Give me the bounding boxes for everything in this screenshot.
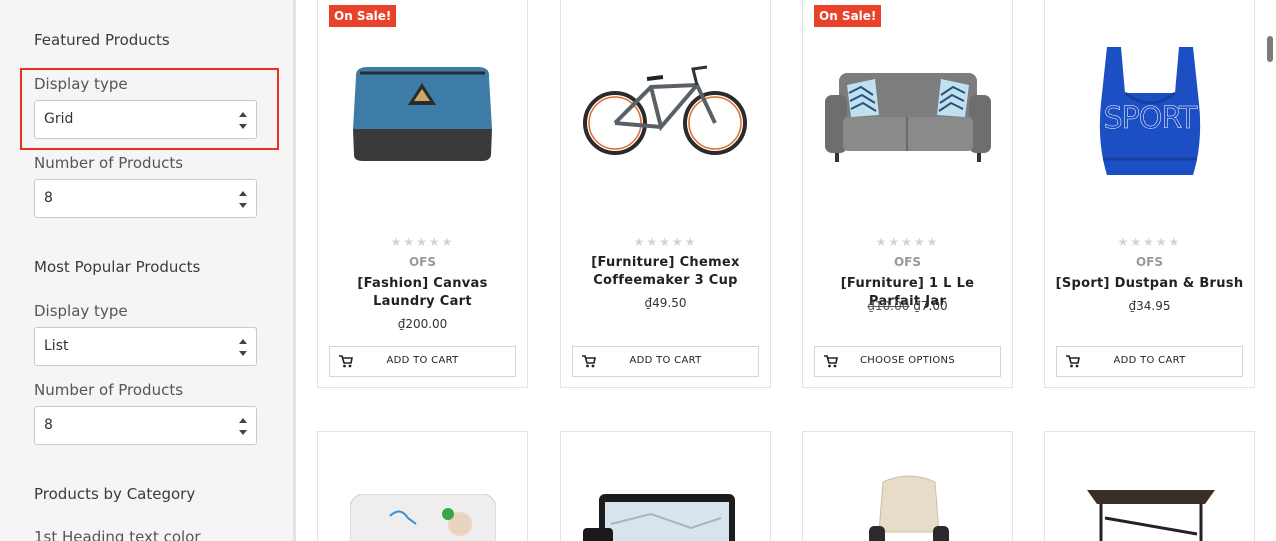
add-to-cart-label: ADD TO CART bbox=[1113, 355, 1186, 366]
display-type-highlight bbox=[20, 68, 279, 150]
product-price: ₫10.00 ₫7.00 bbox=[803, 299, 1012, 313]
sidebar-divider bbox=[293, 0, 296, 541]
featured-number-value: 8 bbox=[44, 190, 53, 206]
canvas-bag-image bbox=[353, 67, 492, 161]
sale-price: ₫7.00 bbox=[913, 299, 948, 313]
popular-number-label: Number of Products bbox=[34, 381, 184, 399]
product-brand: OFS bbox=[893, 255, 922, 269]
product-card[interactable]: SPORT ★★★★★ OFS [Sport] Dustpan & Brush … bbox=[1044, 0, 1255, 388]
heading-color-label: 1st Heading text color bbox=[34, 528, 201, 541]
product-card[interactable] bbox=[802, 431, 1013, 541]
rating-stars: ★★★★★ bbox=[633, 235, 698, 249]
on-sale-badge: On Sale! bbox=[329, 5, 397, 27]
product-card[interactable]: ★★★★★ [Furniture] Chemex Coffeemaker 3 C… bbox=[560, 0, 771, 388]
original-price: ₫10.00 bbox=[867, 299, 910, 313]
rating-stars: ★★★★★ bbox=[390, 235, 455, 249]
add-to-cart-button[interactable]: ADD TO CART bbox=[1056, 346, 1243, 377]
choose-options-label: CHOOSE OPTIONS bbox=[860, 355, 955, 366]
popular-number-value: 8 bbox=[44, 417, 53, 433]
popular-products-heading: Most Popular Products bbox=[34, 258, 201, 276]
add-to-cart-button[interactable]: ADD TO CART bbox=[572, 346, 759, 377]
popular-number-stepper[interactable]: 8 bbox=[34, 406, 257, 445]
product-price: ₫49.50 bbox=[644, 296, 687, 310]
product-brand: OFS bbox=[408, 255, 437, 269]
select-arrows-icon bbox=[239, 339, 247, 356]
category-products-heading: Products by Category bbox=[34, 485, 196, 503]
bicycle-image bbox=[583, 65, 747, 155]
add-to-cart-label: ADD TO CART bbox=[386, 355, 459, 366]
featured-number-stepper[interactable]: 8 bbox=[34, 179, 257, 218]
on-sale-badge: On Sale! bbox=[814, 5, 882, 27]
product-name[interactable]: [Fashion] Canvas Laundry Cart bbox=[328, 275, 517, 311]
choose-options-button[interactable]: CHOOSE OPTIONS bbox=[814, 346, 1001, 377]
stepper-arrows-icon[interactable] bbox=[239, 191, 247, 208]
sofa-image bbox=[825, 73, 991, 162]
sport-print: SPORT bbox=[1103, 101, 1197, 137]
desk-image bbox=[1087, 490, 1215, 541]
popular-display-type-label: Display type bbox=[34, 302, 128, 320]
featured-number-label: Number of Products bbox=[34, 154, 184, 172]
add-to-cart-button[interactable]: ADD TO CART bbox=[329, 346, 516, 377]
product-price: ₫34.95 bbox=[1128, 299, 1171, 313]
rating-stars: ★★★★★ bbox=[875, 235, 940, 249]
featured-products-heading: Featured Products bbox=[34, 31, 170, 49]
tablet-map-image bbox=[583, 494, 735, 541]
stepper-arrows-icon[interactable] bbox=[239, 418, 247, 435]
popular-display-type-value: List bbox=[44, 338, 69, 354]
tablet-app-image bbox=[350, 494, 496, 541]
product-brand: OFS bbox=[1135, 255, 1164, 269]
product-card[interactable] bbox=[1044, 431, 1255, 541]
product-name[interactable]: [Furniture] Chemex Coffeemaker 3 Cup bbox=[571, 254, 760, 290]
product-name[interactable]: [Sport] Dustpan & Brush bbox=[1055, 275, 1244, 293]
product-card[interactable]: On Sale! ★★★★★ OFS [Furniture] 1 L Le Pa… bbox=[802, 0, 1013, 388]
product-card[interactable] bbox=[317, 431, 528, 541]
product-card[interactable] bbox=[560, 431, 771, 541]
rating-stars: ★★★★★ bbox=[1117, 235, 1182, 249]
product-price: ₫200.00 bbox=[397, 317, 448, 331]
chair-image bbox=[869, 475, 949, 541]
scrollbar-thumb[interactable] bbox=[1267, 36, 1273, 62]
add-to-cart-label: ADD TO CART bbox=[629, 355, 702, 366]
product-card[interactable]: On Sale! ★★★★★ OFS [Fashion] Canvas Laun… bbox=[317, 0, 528, 388]
popular-display-type-select[interactable]: List bbox=[34, 327, 257, 366]
